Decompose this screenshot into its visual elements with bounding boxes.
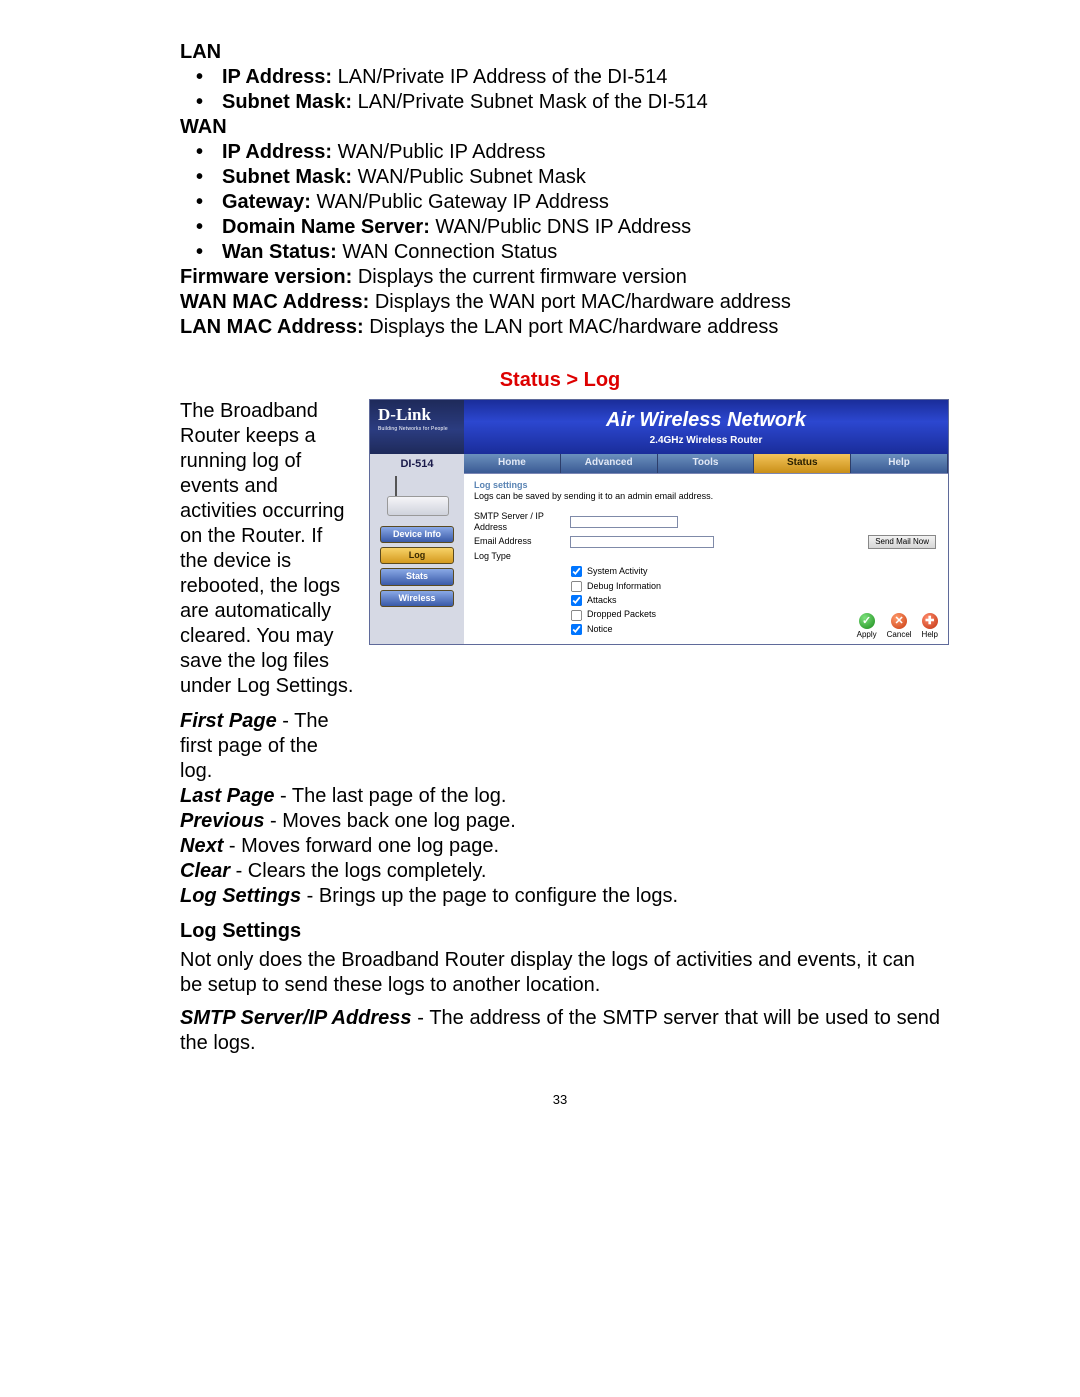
list-item: Subnet Mask: WAN/Public Subnet Mask [218, 165, 940, 190]
sidebar-item-log[interactable]: Log [380, 547, 454, 564]
cancel-button[interactable]: ✕Cancel [887, 613, 912, 640]
list-item: Domain Name Server: WAN/Public DNS IP Ad… [218, 215, 940, 240]
lan-list: IP Address: LAN/Private IP Address of th… [180, 65, 940, 115]
log-def: Next - Moves forward one log page. [180, 834, 940, 859]
sidebar-item-stats[interactable]: Stats [380, 568, 454, 585]
help-icon: ✚ [922, 613, 938, 629]
firstpage-def: First Page - The first page of the log. [180, 709, 355, 784]
log-settings-paragraph: Not only does the Broadband Router displ… [180, 948, 940, 998]
lanmac-desc: Displays the LAN port MAC/hardware addre… [364, 316, 779, 338]
checkbox-debug-information[interactable] [571, 581, 582, 592]
tab-advanced[interactable]: Advanced [561, 454, 658, 473]
firmware-desc: Displays the current firmware version [352, 266, 687, 288]
log-settings-heading: Log Settings [180, 919, 940, 944]
send-mail-now-button[interactable]: Send Mail Now [868, 535, 936, 549]
lan-heading: LAN [180, 40, 940, 65]
router-actions: ✓Apply ✕Cancel ✚Help [857, 613, 938, 640]
wanmac-label: WAN MAC Address: [180, 291, 369, 313]
log-def: Previous - Moves back one log page. [180, 809, 940, 834]
router-screenshot: D-Link Building Networks for People Air … [369, 399, 949, 645]
log-settings-desc: Logs can be saved by sending it to an ad… [474, 491, 936, 502]
firmware-line: Firmware version: Displays the current f… [180, 265, 940, 290]
smtp-server-label: SMTP Server / IP Address [474, 511, 570, 534]
router-sidebar: DI-514 Device Info Log Stats Wireless [370, 454, 464, 644]
router-tabs: HomeAdvancedToolsStatusHelp [464, 454, 948, 474]
apply-button[interactable]: ✓Apply [857, 613, 877, 640]
router-content: Log settings Logs can be saved by sendin… [464, 474, 948, 644]
checkbox-system-activity[interactable] [571, 566, 582, 577]
checkbox-notice[interactable] [571, 624, 582, 635]
email-address-label: Email Address [474, 536, 570, 547]
log-type-option[interactable]: System Activity [570, 564, 936, 578]
log-def: Log Settings - Brings up the page to con… [180, 884, 940, 909]
intro-text: The Broadband Router keeps a running log… [180, 400, 353, 697]
list-item: Subnet Mask: LAN/Private Subnet Mask of … [218, 90, 940, 115]
log-settings-title: Log settings [474, 480, 936, 491]
smtp-paragraph: SMTP Server/IP Address - The address of … [180, 1006, 940, 1056]
router-title: Air Wireless Network 2.4GHz Wireless Rou… [464, 400, 948, 454]
lanmac-label: LAN MAC Address: [180, 316, 364, 338]
cancel-icon: ✕ [891, 613, 907, 629]
list-item: Wan Status: WAN Connection Status [218, 240, 940, 265]
sidebar-item-device-info[interactable]: Device Info [380, 526, 454, 543]
list-item: IP Address: LAN/Private IP Address of th… [218, 65, 940, 90]
log-type-option[interactable]: Debug Information [570, 579, 936, 593]
smtp-server-input[interactable] [570, 516, 678, 528]
list-item: Gateway: WAN/Public Gateway IP Address [218, 190, 940, 215]
log-type-option[interactable]: Attacks [570, 593, 936, 607]
router-model: DI-514 [376, 458, 458, 472]
tab-tools[interactable]: Tools [658, 454, 755, 473]
router-device-image [381, 478, 453, 518]
firmware-label: Firmware version: [180, 266, 352, 288]
wan-heading: WAN [180, 115, 940, 140]
tab-home[interactable]: Home [464, 454, 561, 473]
log-definitions: Last Page - The last page of the log.Pre… [180, 784, 940, 909]
wanmac-line: WAN MAC Address: Displays the WAN port M… [180, 290, 940, 315]
sidebar-item-wireless[interactable]: Wireless [380, 590, 454, 607]
apply-icon: ✓ [859, 613, 875, 629]
log-type-label: Log Type [474, 551, 570, 562]
wan-list: IP Address: WAN/Public IP AddressSubnet … [180, 140, 940, 265]
list-item: IP Address: WAN/Public IP Address [218, 140, 940, 165]
tab-help[interactable]: Help [851, 454, 948, 473]
log-def: Clear - Clears the logs completely. [180, 859, 940, 884]
lanmac-line: LAN MAC Address: Displays the LAN port M… [180, 315, 940, 340]
email-address-input[interactable] [570, 536, 714, 548]
wanmac-desc: Displays the WAN port MAC/hardware addre… [369, 291, 791, 313]
tab-status[interactable]: Status [754, 454, 851, 473]
router-logo: D-Link Building Networks for People [370, 400, 464, 454]
log-def: Last Page - The last page of the log. [180, 784, 940, 809]
status-log-heading: Status > Log [180, 368, 940, 393]
checkbox-dropped-packets[interactable] [571, 610, 582, 621]
checkbox-attacks[interactable] [571, 595, 582, 606]
help-button[interactable]: ✚Help [922, 613, 938, 640]
page-number: 33 [180, 1092, 940, 1108]
